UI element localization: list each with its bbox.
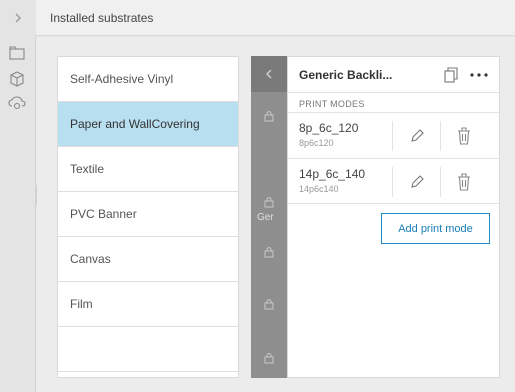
print-modes-header: PRINT MODES <box>299 99 365 109</box>
substrate-item-paper-and-wallcovering[interactable]: Paper and WallCovering <box>58 102 238 147</box>
cube-nav[interactable] <box>8 70 26 88</box>
substrate-item-textile[interactable]: Textile <box>58 147 238 192</box>
cloud-gear-icon <box>8 96 26 110</box>
pencil-icon[interactable] <box>408 127 426 145</box>
collapse-back-button[interactable] <box>251 56 287 92</box>
strip-partial-label: Ger <box>257 212 274 223</box>
cloud-settings-nav[interactable] <box>8 94 26 112</box>
chevron-left-icon <box>266 69 272 79</box>
divider <box>392 167 393 197</box>
more-options-icon[interactable] <box>470 73 488 77</box>
print-mode-name: 8p_6c_120 <box>299 121 359 135</box>
divider <box>392 121 393 151</box>
substrate-item-pvc-banner[interactable]: PVC Banner <box>58 192 238 237</box>
substrate-roll-icon[interactable] <box>8 44 26 62</box>
left-rail <box>0 36 36 392</box>
lock-icon <box>264 197 274 208</box>
substrate-item-label: Paper and WallCovering <box>70 117 200 131</box>
substrate-title: Generic Backli... <box>299 68 393 82</box>
trash-icon[interactable] <box>456 126 472 146</box>
substrate-item-self-adhesive-vinyl[interactable]: Self-Adhesive Vinyl <box>58 57 238 102</box>
substrate-detail-panel: Generic Backli... PRINT MODES 8p_6c_120 … <box>287 56 500 378</box>
substrate-item-empty[interactable] <box>58 327 238 372</box>
trash-icon[interactable] <box>456 172 472 192</box>
cube-icon <box>10 71 24 87</box>
substrate-list: Self-Adhesive Vinyl Paper and WallCoveri… <box>57 56 239 378</box>
substrate-item-label: Film <box>70 297 93 311</box>
top-bar: Installed substrates <box>0 0 515 36</box>
print-mode-row[interactable]: 14p_6c_140 14p6c140 <box>288 158 499 204</box>
substrate-item-label: PVC Banner <box>70 207 137 221</box>
print-mode-row[interactable]: 8p_6c_120 8p6c120 <box>288 112 499 158</box>
substrate-item-film[interactable]: Film <box>58 282 238 327</box>
page-title: Installed substrates <box>50 11 154 25</box>
print-mode-code: 8p6c120 <box>299 138 334 148</box>
chevron-right-icon <box>15 13 21 23</box>
substrate-item-canvas[interactable]: Canvas <box>58 237 238 282</box>
lock-icon <box>264 353 274 364</box>
lock-icon <box>264 247 274 258</box>
divider <box>440 167 441 197</box>
pencil-icon[interactable] <box>408 173 426 191</box>
print-mode-name: 14p_6c_140 <box>299 167 366 181</box>
copy-icon[interactable] <box>444 67 458 83</box>
lock-icon <box>264 299 274 310</box>
panel-header: Generic Backli... <box>288 57 499 93</box>
collapsed-substrate-strip: Ger <box>251 56 287 378</box>
add-print-mode-button[interactable]: Add print mode <box>381 213 490 244</box>
lock-icon <box>264 111 274 122</box>
print-mode-code: 14p6c140 <box>299 184 339 194</box>
expand-chevron-button[interactable] <box>0 0 36 36</box>
folder-icon <box>9 46 25 60</box>
substrate-item-label: Canvas <box>70 252 111 266</box>
substrate-item-label: Textile <box>70 162 105 176</box>
substrate-item-label: Self-Adhesive Vinyl <box>70 72 174 86</box>
divider <box>440 121 441 151</box>
